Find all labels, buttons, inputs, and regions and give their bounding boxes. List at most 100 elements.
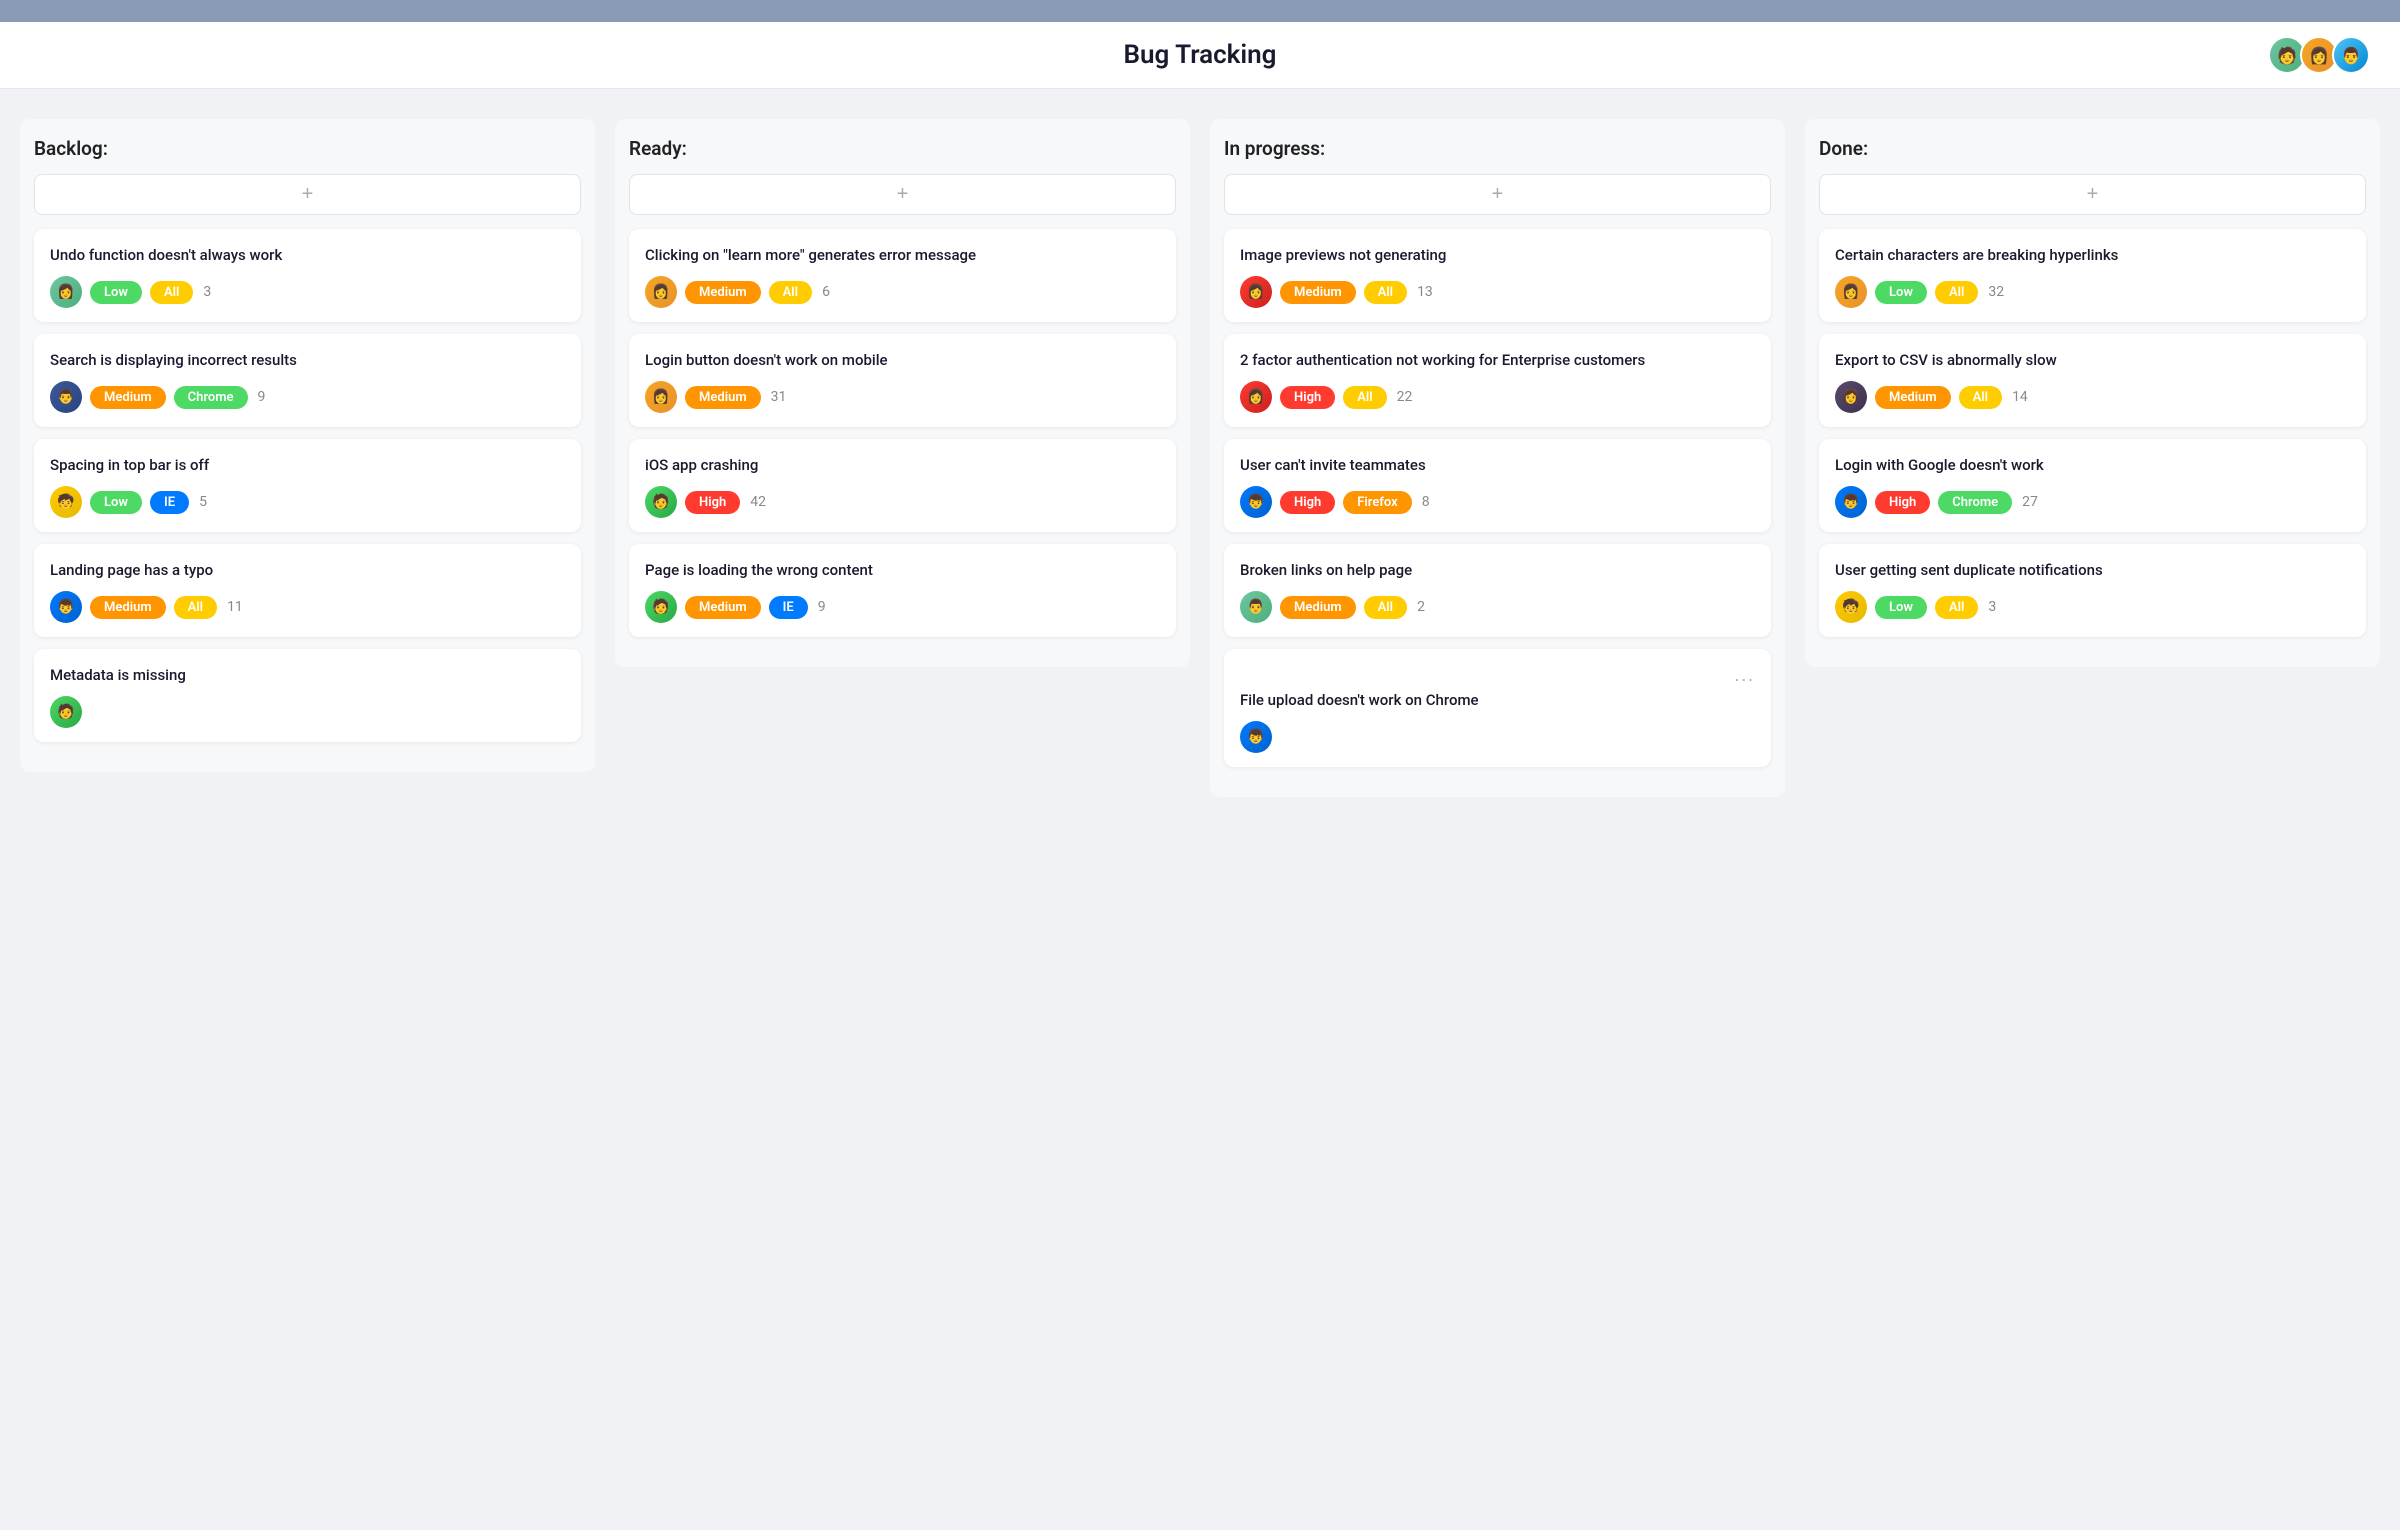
- avatar: 🧑: [645, 486, 677, 518]
- platform-badge: All: [1364, 281, 1407, 304]
- card-count: 2: [1417, 599, 1425, 615]
- platform-badge: All: [150, 281, 193, 304]
- priority-badge: Medium: [1280, 596, 1356, 619]
- platform-badge: IE: [150, 491, 189, 514]
- add-card-button-backlog[interactable]: +: [34, 174, 581, 215]
- list-item[interactable]: Metadata is missing🧑: [34, 649, 581, 742]
- card-title: Landing page has a typo: [50, 560, 565, 581]
- list-item[interactable]: User getting sent duplicate notification…: [1819, 544, 2366, 637]
- add-card-button-done[interactable]: +: [1819, 174, 2366, 215]
- card-title: Clicking on "learn more" generates error…: [645, 245, 1160, 266]
- priority-badge: High: [1280, 386, 1335, 409]
- card-count: 31: [771, 389, 787, 405]
- avatar: 👩: [1240, 381, 1272, 413]
- priority-badge: High: [1875, 491, 1930, 514]
- list-item[interactable]: Search is displaying incorrect results👨M…: [34, 334, 581, 427]
- list-item[interactable]: Page is loading the wrong content🧑Medium…: [629, 544, 1176, 637]
- column-inprogress: In progress: + Image previews not generati…: [1210, 119, 1785, 797]
- card-title: Broken links on help page: [1240, 560, 1755, 581]
- avatar-3[interactable]: 👨: [2332, 36, 2370, 74]
- card-title: User getting sent duplicate notification…: [1835, 560, 2350, 581]
- card-footer: 🧒 Low IE 5: [50, 486, 565, 518]
- card-title: 2 factor authentication not working for …: [1240, 350, 1755, 371]
- card-title: Login button doesn't work on mobile: [645, 350, 1160, 371]
- card-footer: 👩HighAll22: [1240, 381, 1755, 413]
- platform-badge: All: [1343, 386, 1386, 409]
- avatar: 👦: [1240, 486, 1272, 518]
- add-card-button-ready[interactable]: +: [629, 174, 1176, 215]
- column-done: Done:+Certain characters are breaking hy…: [1805, 119, 2380, 667]
- platform-badge: Firefox: [1343, 491, 1412, 514]
- card-title: Page is loading the wrong content: [645, 560, 1160, 581]
- priority-badge: Medium: [1875, 386, 1951, 409]
- card-count: 8: [1422, 494, 1430, 510]
- priority-badge: Medium: [685, 596, 761, 619]
- card-footer: 👦HighChrome27: [1835, 486, 2350, 518]
- card-count: 5: [199, 494, 207, 510]
- card-footer: 🧑MediumIE9: [645, 591, 1160, 623]
- platform-badge: All: [174, 596, 217, 619]
- list-item[interactable]: Image previews not generating👩MediumAll1…: [1224, 229, 1771, 322]
- column-title-inprogress: In progress:: [1224, 137, 1771, 160]
- card-title: Image previews not generating: [1240, 245, 1755, 266]
- header: Bug Tracking 🧑 👩 👨: [0, 22, 2400, 89]
- list-item[interactable]: Broken links on help page 👨 Medium All 2: [1224, 544, 1771, 637]
- card-count: 3: [1988, 599, 1996, 615]
- priority-badge: Medium: [685, 281, 761, 304]
- card-footer: 👦MediumAll11: [50, 591, 565, 623]
- card-count: 3: [203, 284, 211, 300]
- priority-badge: Low: [90, 491, 142, 514]
- column-title-ready: Ready:: [629, 137, 1176, 160]
- card-count: 13: [1417, 284, 1433, 300]
- list-item[interactable]: 2 factor authentication not working for …: [1224, 334, 1771, 427]
- card-footer: 👩LowAll32: [1835, 276, 2350, 308]
- card-title: Undo function doesn't always work: [50, 245, 565, 266]
- card-count: 6: [822, 284, 830, 300]
- platform-badge: All: [1959, 386, 2002, 409]
- list-item[interactable]: Login with Google doesn't work👦HighChrom…: [1819, 439, 2366, 532]
- list-item[interactable]: Spacing in top bar is off🧒LowIE5: [34, 439, 581, 532]
- card-footer: 🧑High42: [645, 486, 1160, 518]
- card-footer: 👦 High Firefox 8: [1240, 486, 1755, 518]
- platform-badge: All: [1935, 596, 1978, 619]
- list-item[interactable]: Login button doesn't work on mobile👩Medi…: [629, 334, 1176, 427]
- priority-badge: Medium: [90, 386, 166, 409]
- list-item[interactable]: Clicking on "learn more" generates error…: [629, 229, 1176, 322]
- platform-badge: Chrome: [174, 386, 248, 409]
- priority-badge: Low: [1875, 281, 1927, 304]
- list-item[interactable]: ...File upload doesn't work on Chrome👦: [1224, 649, 1771, 767]
- list-item[interactable]: iOS app crashing🧑High42: [629, 439, 1176, 532]
- page-title: Bug Tracking: [1124, 40, 1277, 70]
- column-title-backlog: Backlog:: [34, 137, 581, 160]
- card-title: User can't invite teammates: [1240, 455, 1755, 476]
- list-item[interactable]: Export to CSV is abnormally slow👩MediumA…: [1819, 334, 2366, 427]
- list-item[interactable]: Certain characters are breaking hyperlin…: [1819, 229, 2366, 322]
- card-count: 9: [258, 389, 266, 405]
- card-footer: 👦: [1240, 721, 1755, 753]
- column-backlog: Backlog: + Undo function doesn't always wo…: [20, 119, 595, 772]
- list-item[interactable]: User can't invite teammates 👦 High Firefox 8: [1224, 439, 1771, 532]
- card-count: 42: [750, 494, 766, 510]
- card-title: Metadata is missing: [50, 665, 565, 686]
- avatar: 👨: [1240, 591, 1272, 623]
- priority-badge: Medium: [90, 596, 166, 619]
- avatar: 👩: [50, 276, 82, 308]
- list-item[interactable]: Landing page has a typo👦MediumAll11: [34, 544, 581, 637]
- priority-badge: Medium: [1280, 281, 1356, 304]
- card-footer: 👨 Medium All 2: [1240, 591, 1755, 623]
- list-item[interactable]: Undo function doesn't always work👩LowAll…: [34, 229, 581, 322]
- avatar: 👩: [1835, 381, 1867, 413]
- card-footer: 👩MediumAll14: [1835, 381, 2350, 413]
- card-title: Search is displaying incorrect results: [50, 350, 565, 371]
- card-footer: 👩MediumAll13: [1240, 276, 1755, 308]
- avatar: 👦: [1835, 486, 1867, 518]
- platform-badge: IE: [769, 596, 808, 619]
- card-count: 11: [227, 599, 243, 615]
- header-avatars: 🧑 👩 👨: [2268, 36, 2370, 74]
- card-dots[interactable]: ...: [1240, 665, 1755, 686]
- priority-badge: High: [1280, 491, 1335, 514]
- avatar: 👩: [645, 276, 677, 308]
- platform-badge: All: [1364, 596, 1407, 619]
- add-card-button-inprogress[interactable]: +: [1224, 174, 1771, 215]
- avatar: 🧒: [50, 486, 82, 518]
